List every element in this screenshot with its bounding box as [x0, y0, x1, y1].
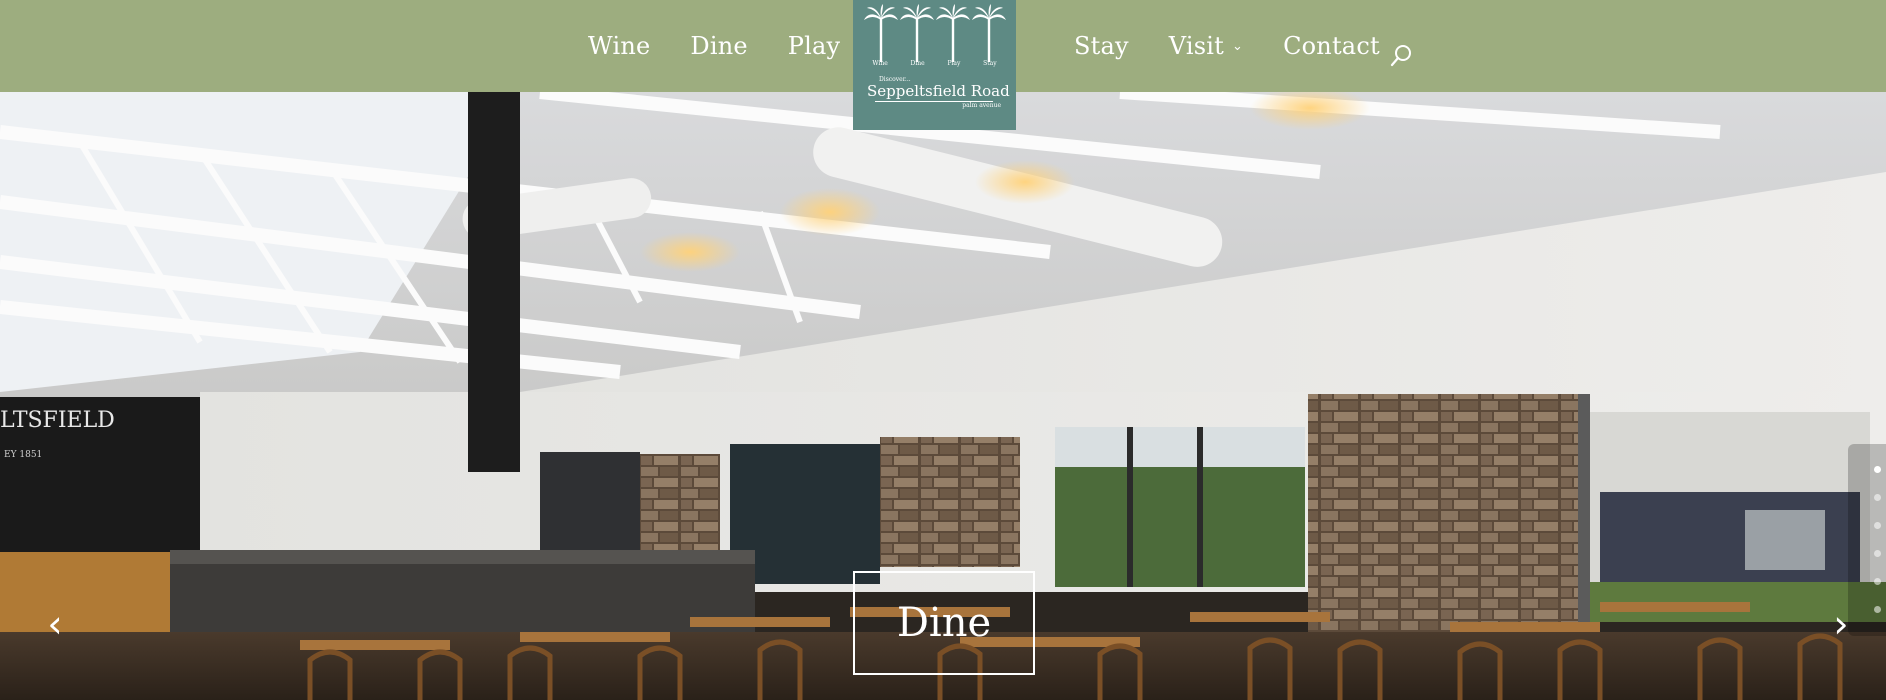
svg-text:LTSFIELD: LTSFIELD: [0, 408, 115, 433]
hero-slider: LTSFIELD EY 1851 Dine ‹ ›: [0, 92, 1886, 700]
slide-dot-6[interactable]: [1874, 606, 1881, 613]
slide-dot-5[interactable]: [1874, 578, 1881, 585]
main-nav-right: Stay Visit ⌄ Contact: [1074, 0, 1420, 92]
nav-link-stay[interactable]: Stay: [1074, 32, 1129, 60]
site-logo[interactable]: Wine Dine Play Stay Discover... Seppelts…: [853, 0, 1016, 130]
slide-pagination: [1848, 444, 1886, 636]
logo-categories: Wine Dine Play Stay: [861, 60, 1008, 67]
slide-title[interactable]: Dine: [853, 571, 1035, 675]
nav-link-visit-label: Visit: [1168, 32, 1224, 60]
search-icon[interactable]: [1390, 40, 1414, 72]
logo-category: Play: [947, 60, 961, 67]
slide-dot-2[interactable]: [1874, 494, 1881, 501]
logo-name: Seppeltsfield Road: [867, 82, 1010, 100]
nav-link-visit[interactable]: Visit ⌄: [1169, 32, 1243, 60]
chevron-left-icon[interactable]: ‹: [40, 602, 70, 646]
slide-dot-1[interactable]: [1874, 466, 1881, 473]
chevron-down-icon: ⌄: [1232, 38, 1244, 54]
logo-category: Wine: [872, 60, 888, 67]
svg-text:EY 1851: EY 1851: [4, 450, 42, 460]
logo-category: Stay: [983, 60, 997, 67]
slide-dot-3[interactable]: [1874, 522, 1881, 529]
logo-tagline: palm avenue: [962, 102, 1001, 109]
nav-link-play[interactable]: Play: [788, 32, 841, 60]
slide-dot-4[interactable]: [1874, 550, 1881, 557]
palm-trees-icon: [864, 4, 1006, 62]
main-nav-left: Wine Dine Play: [588, 0, 880, 92]
nav-link-wine[interactable]: Wine: [588, 32, 650, 60]
nav-link-contact[interactable]: Contact: [1283, 32, 1380, 60]
nav-link-dine[interactable]: Dine: [690, 32, 747, 60]
logo-category: Dine: [910, 60, 925, 67]
